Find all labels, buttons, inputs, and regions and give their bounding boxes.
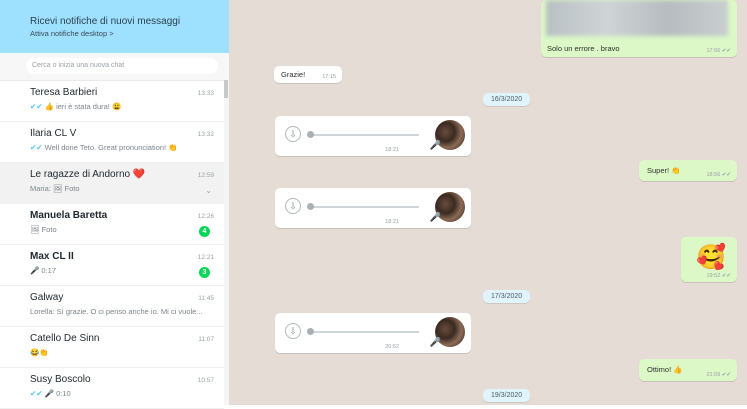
voice-message-incoming[interactable]: ⇩ 20:52 🎤 [275, 313, 471, 353]
message-time: 18:56 ✔✔ [706, 172, 731, 178]
chat-preview: Lorella: Sì grazie. O ci penso anche io.… [30, 307, 203, 316]
chat-name: Susy Boscolo [30, 374, 91, 385]
chat-time: 11:07 [198, 336, 214, 343]
message-time: 17:15 [322, 74, 336, 80]
voice-message-incoming[interactable]: ⇩ 18:21 🎤 [275, 116, 471, 156]
message-time: 21:09 ✔✔ [706, 372, 731, 378]
chat-name: Catello De Sinn [30, 333, 100, 344]
unread-badge: 4 [199, 226, 210, 237]
message-time: 17:06 ✔✔ [706, 48, 731, 54]
date-separator: 16/3/2020 [483, 93, 531, 106]
audio-progress-track[interactable] [309, 134, 419, 136]
search-input[interactable]: Cerca o inizia una nuova chat [26, 58, 218, 74]
chat-name: Ilaria CL V [30, 128, 77, 139]
read-ticks-icon: ✔✔ [30, 389, 43, 398]
emoji-smiling-hearts: 🥰 [696, 244, 726, 271]
chat-name: Galway [30, 292, 64, 303]
notification-title: Ricevi notifiche di nuovi messaggi [30, 16, 181, 27]
chat-item-manuela-baretta[interactable]: Manuela Baretta 🖼 Foto 12:26 4 [0, 204, 224, 245]
chat-time: 12:26 [197, 213, 214, 220]
unread-badge: 3 [199, 267, 210, 278]
chat-item-max-cl-ii[interactable]: Max CL II 🎤 0:17 12:21 3 [0, 245, 224, 286]
date-separator: 19/3/2020 [483, 389, 531, 402]
chat-item-susy-boscolo[interactable]: Susy Boscolo ✔✔ 🎤 0:10 10:57 [0, 368, 224, 409]
message-time: 19:52 ✔✔ [706, 273, 731, 279]
mic-icon: 🎤 [429, 212, 441, 222]
chat-time: 13:33 [197, 90, 214, 97]
conversation-panel: Solo un errore . bravo 17:06 ✔✔ Grazie! … [229, 0, 747, 405]
download-icon[interactable]: ⇩ [285, 323, 301, 339]
download-icon[interactable]: ⇩ [285, 126, 301, 142]
chat-item-teresa-barbieri[interactable]: Teresa Barbieri ✔✔ 👍 ieri è stata dura! … [0, 81, 224, 122]
download-icon[interactable]: ⇩ [285, 198, 301, 214]
date-separator: 17/3/2020 [483, 290, 531, 303]
chat-item-galway[interactable]: Galway Lorella: Sì grazie. O ci penso an… [0, 286, 224, 327]
message-outgoing[interactable]: Super! 👏 18:56 ✔✔ [639, 160, 737, 181]
chat-preview: 🎤 0:17 [30, 266, 57, 275]
chat-item-catello-de-sinn[interactable]: Catello De Sinn 😂👏 11:07 [0, 327, 224, 368]
audio-progress-handle[interactable] [307, 131, 314, 138]
message-text: Solo un errore . bravo [547, 44, 620, 53]
chat-time: 11:45 [198, 295, 214, 302]
message-text: Grazie! [281, 70, 306, 79]
message-time: 20:52 [385, 344, 399, 350]
chat-preview: ✔✔ 👍 ieri è stata dura! 😩 [30, 102, 122, 111]
chat-name: Teresa Barbieri [30, 87, 98, 98]
chevron-down-icon[interactable]: ⌄ [205, 186, 212, 195]
scrollbar-thumb[interactable] [224, 80, 228, 98]
notification-banner[interactable]: Ricevi notifiche di nuovi messaggi Attiv… [0, 0, 229, 53]
message-incoming[interactable]: Grazie! 17:15 [274, 66, 342, 83]
audio-progress-track[interactable] [309, 206, 419, 208]
chat-item-le-ragazze-di-andorno[interactable]: Le ragazze di Andorno ❤️ Maria: 🖼 Foto 1… [0, 163, 224, 204]
blurred-image [546, 0, 728, 36]
chat-time: 12:59 [197, 172, 214, 179]
search-bar: Cerca o inizia una nuova chat [0, 53, 229, 81]
chat-preview: ✔✔ 🎤 0:10 [30, 389, 71, 398]
message-outgoing[interactable]: Solo un errore . bravo 17:06 ✔✔ [541, 0, 737, 57]
audio-progress-handle[interactable] [307, 328, 314, 335]
chat-time: 10:57 [197, 377, 214, 384]
chat-preview: ✔✔ Well done Teto. Great pronunciation! … [30, 143, 178, 152]
chat-preview: Maria: 🖼 Foto [30, 184, 80, 193]
chat-preview: 🖼 Foto [30, 225, 57, 234]
chat-name: Le ragazze di Andorno ❤️ [30, 169, 146, 180]
audio-progress-track[interactable] [309, 331, 419, 333]
chat-name: Manuela Baretta [30, 210, 108, 221]
chat-item-ilaria-cl-v[interactable]: Ilaria CL V ✔✔ Well done Teto. Great pro… [0, 122, 224, 163]
message-time: 18:21 [385, 147, 399, 153]
message-text: Super! 👏 [647, 166, 681, 175]
read-ticks-icon: ✔✔ [30, 143, 43, 152]
message-time: 18:21 [385, 219, 399, 225]
chat-time: 12:21 [197, 254, 214, 261]
message-text: Ottimo! 👍 [647, 365, 683, 374]
chat-preview: 😂👏 [30, 348, 49, 357]
chat-name: Max CL II [30, 251, 74, 262]
enable-notifications-link[interactable]: Attiva notifiche desktop > [30, 29, 114, 38]
chat-time: 13:32 [197, 131, 214, 138]
mic-icon: 🎤 [429, 140, 441, 150]
read-ticks-icon: ✔✔ [30, 102, 43, 111]
message-outgoing[interactable]: 🥰 19:52 ✔✔ [681, 237, 737, 282]
mic-icon: 🎤 [429, 337, 441, 347]
voice-message-incoming[interactable]: ⇩ 18:21 🎤 [275, 188, 471, 228]
audio-progress-handle[interactable] [307, 203, 314, 210]
chat-list-sidebar: Ricevi notifiche di nuovi messaggi Attiv… [0, 0, 230, 409]
message-outgoing[interactable]: Ottimo! 👍 21:09 ✔✔ [639, 359, 737, 381]
